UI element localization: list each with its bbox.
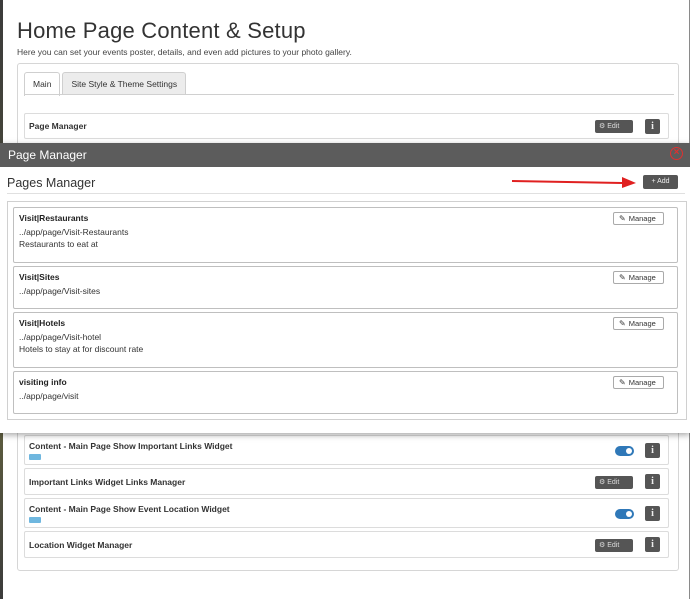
edit-button[interactable]: ⚙ Edit [595,476,633,489]
page-path: ../app/page/Visit-sites [19,286,101,296]
add-page-button[interactable]: + Add [643,175,678,189]
setting-label: Content - Main Page Show Important Links… [29,441,233,451]
page-title-text: visiting info [19,377,67,387]
edit-icon: ✎ [619,214,626,223]
list-item: Visit|Hotels ../app/page/Visit-hotel Hot… [13,312,678,368]
page-description: Restaurants to eat at [19,239,98,249]
manage-button[interactable]: ✎ Manage [613,317,664,330]
edit-icon: ✎ [619,319,626,328]
info-button[interactable]: i [645,443,660,458]
edit-button[interactable]: ⚙ Edit [595,120,633,133]
page-title-text: Visit|Restaurants [19,213,89,223]
setting-label: Content - Main Page Show Event Location … [29,504,230,514]
page-description: Hotels to stay at for discount rate [19,344,144,354]
setting-row-important-links-manager: Important Links Widget Links Manager ⚙ E… [24,468,669,495]
page-title-text: Visit|Sites [19,272,60,282]
close-icon[interactable]: × [670,147,683,160]
info-button[interactable]: i [645,119,660,134]
edit-button[interactable]: ⚙ Edit [595,539,633,552]
setting-row-location-widget-manager: Location Widget Manager ⚙ Edit i [24,531,669,558]
gear-icon: ⚙ [599,479,608,486]
page-title: Home Page Content & Setup [17,18,306,43]
toggle-switch[interactable] [615,509,634,519]
toggle-switch[interactable] [615,446,634,456]
setting-label: Page Manager [29,121,87,131]
setting-row-important-links-widget: Content - Main Page Show Important Links… [24,435,669,465]
list-item: Visit|Restaurants ../app/page/Visit-Rest… [13,207,678,263]
page-path: ../app/page/Visit-Restaurants [19,227,129,237]
manage-button[interactable]: ✎ Manage [613,212,664,225]
info-button[interactable]: i [645,537,660,552]
edit-icon: ✎ [619,273,626,282]
pages-list: Visit|Restaurants ../app/page/Visit-Rest… [7,201,687,420]
gear-icon: ⚙ [599,123,608,130]
list-item: visiting info ../app/page/visit ✎ Manage [13,371,678,414]
page-subtitle: Here you can set your events poster, det… [17,47,352,57]
edit-icon: ✎ [619,378,626,387]
page-path: ../app/page/Visit-hotel [19,332,102,342]
setting-label: Important Links Widget Links Manager [29,477,186,487]
list-item: Visit|Sites ../app/page/Visit-sites ✎ Man… [13,266,678,309]
toggle-knob [626,511,632,517]
setting-row-event-location-widget: Content - Main Page Show Event Location … [24,498,669,528]
toggle-knob [626,448,632,454]
status-badge [29,454,41,460]
gear-icon: ⚙ [599,542,608,549]
tab-bar: Main Site Style & Theme Settings [24,72,188,96]
setting-label: Location Widget Manager [29,540,133,550]
pages-manager-heading: Pages Manager [7,176,96,190]
annotation-arrow-icon [511,177,636,188]
heading-divider [7,193,685,194]
tab-site-style[interactable]: Site Style & Theme Settings [62,72,187,94]
page-title-text: Visit|Hotels [19,318,66,328]
manage-button[interactable]: ✎ Manage [613,376,664,389]
info-button[interactable]: i [645,506,660,521]
setting-row-page-manager: Page Manager ⚙ Edit i [24,113,669,139]
status-badge [29,517,41,523]
manage-button[interactable]: ✎ Manage [613,271,664,284]
tab-divider [24,94,674,95]
tab-main[interactable]: Main [24,72,61,96]
modal-title: Page Manager [8,148,87,162]
info-button[interactable]: i [645,474,660,489]
page-path: ../app/page/visit [19,391,79,401]
modal-header: Page Manager × [0,143,690,167]
